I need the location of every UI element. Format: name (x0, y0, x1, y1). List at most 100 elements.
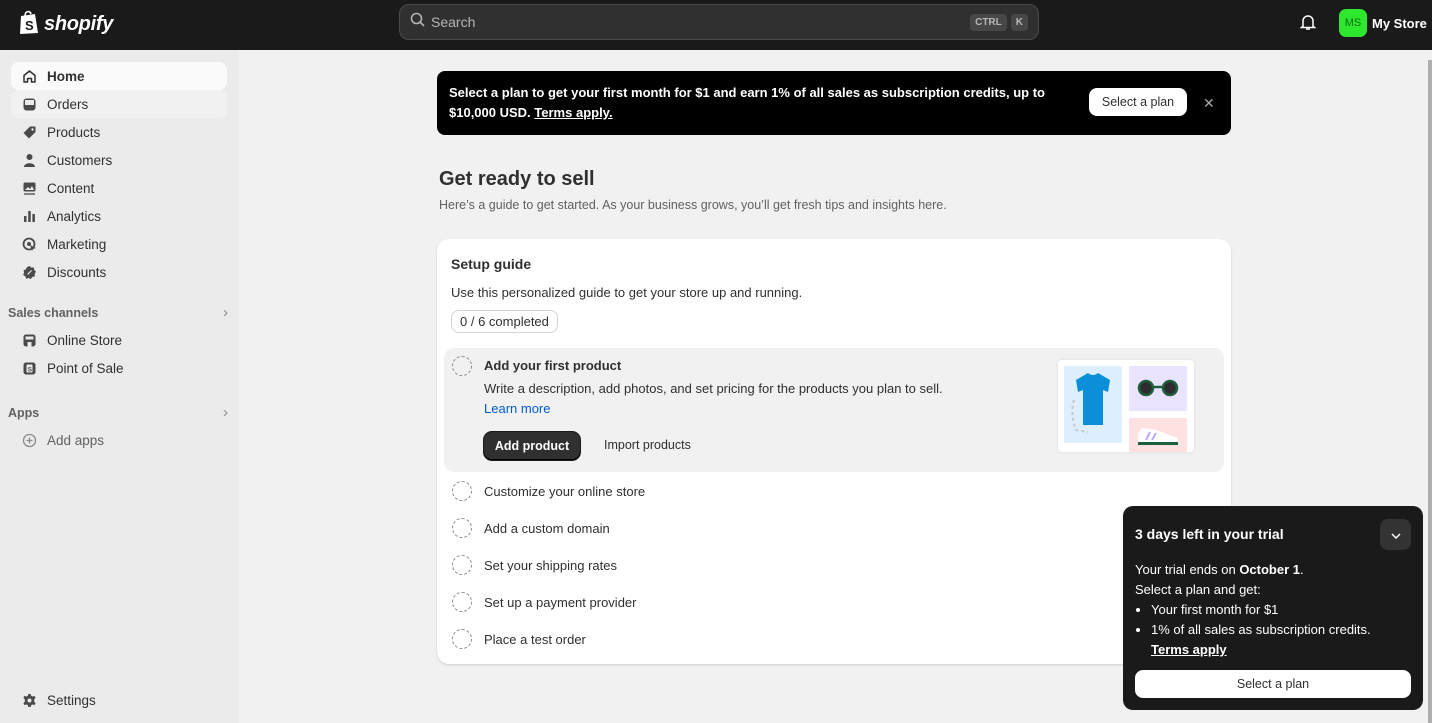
sidebar-item-discounts[interactable]: Discounts (11, 258, 227, 286)
task-custom-domain[interactable]: Add a custom domain (484, 521, 610, 536)
sales-channels-header[interactable]: Sales channels › (8, 304, 228, 321)
sidebar-item-products[interactable]: Products (11, 118, 227, 146)
trial-benefit-text: 1% of all sales as subscription credits. (1151, 622, 1371, 637)
add-circle-icon (21, 432, 37, 448)
sales-channels-label: Sales channels (8, 305, 99, 320)
setup-guide-card: Setup guide Use this personalized guide … (437, 239, 1231, 664)
promo-banner: Select a plan to get your first month fo… (437, 71, 1231, 135)
discount-icon (21, 264, 37, 280)
svg-text:S: S (25, 18, 34, 33)
promo-terms-link[interactable]: Terms apply. (534, 105, 612, 120)
sidebar-item-label: Online Store (47, 332, 123, 348)
trial-benefit: Your first month for $1 (1151, 600, 1415, 620)
scrollbar[interactable] (1428, 60, 1432, 723)
sidebar-item-point-of-sale[interactable]: S Point of Sale (11, 354, 227, 382)
svg-text:S: S (27, 366, 32, 373)
incomplete-circle-icon[interactable] (452, 555, 472, 575)
sidebar-item-add-apps[interactable]: Add apps (11, 426, 227, 454)
sidebar-item-label: Point of Sale (47, 360, 124, 376)
sidebar: Home Orders Products Customers Content A… (0, 50, 239, 723)
top-bar: S shopify Search CTRL K MS My Store (0, 0, 1432, 50)
trial-title: 3 days left in your trial (1135, 526, 1284, 542)
sunglasses-icon (1137, 379, 1155, 397)
task-shipping-rates[interactable]: Set your shipping rates (484, 558, 617, 573)
trial-end-date: October 1 (1239, 562, 1300, 577)
chevron-right-icon: › (223, 404, 228, 421)
task-add-first-product: Add your first product Write a descripti… (444, 348, 1224, 472)
sidebar-item-analytics[interactable]: Analytics (11, 202, 227, 230)
sunglasses-tile (1129, 366, 1187, 411)
sidebar-item-label: Orders (47, 96, 89, 112)
sidebar-item-online-store[interactable]: Online Store (11, 326, 227, 354)
sidebar-item-marketing[interactable]: Marketing (11, 230, 227, 258)
chevron-right-icon: › (223, 304, 228, 321)
sidebar-item-orders[interactable]: Orders (11, 90, 227, 118)
task-payment-provider[interactable]: Set up a payment provider (484, 595, 636, 610)
sidebar-item-label: Add apps (47, 432, 105, 448)
page-title: Get ready to sell (439, 168, 595, 190)
sidebar-item-label: Marketing (47, 236, 107, 252)
page-subtitle: Here’s a guide to get started. As your b… (439, 198, 947, 212)
learn-more-link[interactable]: Learn more (484, 401, 550, 416)
task-title[interactable]: Add your first product (484, 358, 621, 373)
setup-guide-title: Setup guide (451, 256, 532, 272)
sidebar-item-label: Customers (47, 152, 113, 168)
trial-popover: 3 days left in your trial Your trial end… (1123, 506, 1423, 710)
search-input[interactable]: Search CTRL K (399, 4, 1039, 40)
setup-guide-description: Use this personalized guide to get your … (451, 285, 803, 300)
trial-terms-link[interactable]: Terms apply (1151, 642, 1227, 657)
incomplete-circle-icon[interactable] (452, 592, 472, 612)
chevron-down-icon (1390, 526, 1401, 544)
notifications-bell-icon[interactable] (1299, 13, 1317, 36)
incomplete-circle-icon[interactable] (452, 356, 472, 376)
image-icon (21, 180, 37, 196)
gear-icon (21, 692, 37, 708)
sidebar-item-label: Discounts (47, 264, 107, 280)
store-icon (21, 332, 37, 348)
incomplete-circle-icon[interactable] (452, 518, 472, 538)
trial-ends-prefix: Your trial ends on (1135, 562, 1240, 577)
person-icon (21, 152, 37, 168)
sidebar-item-customers[interactable]: Customers (11, 146, 227, 174)
import-products-button[interactable]: Import products (604, 438, 691, 452)
incomplete-circle-icon[interactable] (452, 629, 472, 649)
task-customize-store[interactable]: Customize your online store (484, 484, 645, 499)
apps-label: Apps (8, 405, 40, 420)
task-test-order[interactable]: Place a test order (484, 632, 586, 647)
task-description: Write a description, add photos, and set… (484, 379, 964, 419)
store-name: My Store (1372, 15, 1427, 31)
sidebar-item-label: Products (47, 124, 101, 140)
products-illustration (1058, 360, 1194, 452)
progress-badge: 0 / 6 completed (451, 310, 558, 333)
sidebar-item-label: Analytics (47, 208, 102, 224)
search-icon (410, 12, 425, 32)
target-icon (21, 236, 37, 252)
trial-select-intro: Select a plan and get: (1135, 582, 1261, 597)
shopify-bag-icon: S (18, 9, 40, 40)
sidebar-item-content[interactable]: Content (11, 174, 227, 202)
pos-icon: S (21, 360, 37, 376)
shopify-logo[interactable]: S shopify (18, 9, 113, 40)
collapse-button[interactable] (1380, 519, 1411, 550)
inbox-icon (21, 96, 37, 112)
trial-benefit: 1% of all sales as subscription credits.… (1151, 620, 1415, 660)
trial-select-plan-button[interactable]: Select a plan (1135, 670, 1411, 698)
sidebar-item-home[interactable]: Home (11, 62, 227, 90)
brand-name: shopify (44, 13, 114, 35)
sidebar-item-settings[interactable]: Settings (11, 686, 227, 714)
apps-header[interactable]: Apps › (8, 404, 228, 421)
tag-icon (21, 124, 37, 140)
sidebar-item-label: Content (47, 180, 95, 196)
bar-chart-icon (21, 208, 37, 224)
sidebar-item-label: Home (47, 68, 85, 84)
shortcut-key-ctrl: CTRL (970, 13, 1007, 31)
add-product-button[interactable]: Add product (484, 432, 580, 460)
sidebar-item-label: Settings (47, 692, 96, 708)
task-description-text: Write a description, add photos, and set… (484, 381, 943, 396)
store-menu[interactable]: MS My Store (1339, 9, 1427, 37)
promo-select-plan-button[interactable]: Select a plan (1089, 88, 1187, 116)
incomplete-circle-icon[interactable] (452, 481, 472, 501)
close-icon[interactable]: ✕ (1203, 93, 1215, 113)
search-placeholder: Search (431, 14, 476, 30)
avatar: MS (1339, 9, 1367, 37)
